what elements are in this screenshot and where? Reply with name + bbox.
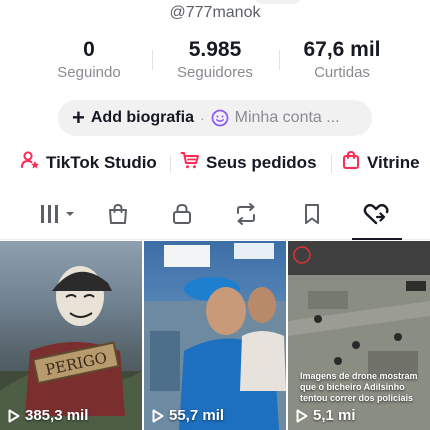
play-icon xyxy=(152,409,164,422)
bookmark-icon xyxy=(301,202,323,231)
tiktok-studio-link[interactable]: TikTok Studio xyxy=(20,150,157,175)
stat-likes-label: Curtidas xyxy=(314,64,370,81)
tab-favorites[interactable] xyxy=(294,200,330,232)
video-thumbnail[interactable]: 55,7 mil xyxy=(144,241,286,430)
link-divider xyxy=(170,155,171,173)
lock-icon xyxy=(170,202,194,231)
bio-pill[interactable]: + Add biografia · Minha conta ... xyxy=(58,100,372,136)
orders-link[interactable]: Seus pedidos xyxy=(180,150,317,175)
video-grid: PERIGO 385,3 mil 55,7 mil Imagens de dro… xyxy=(0,241,430,430)
person-star-icon xyxy=(20,150,46,175)
stat-following-label: Seguindo xyxy=(57,64,121,81)
shop-bag-icon xyxy=(106,202,130,231)
tab-liked[interactable] xyxy=(358,200,396,232)
showcase-label: Vitrine xyxy=(367,152,420,172)
cart-icon xyxy=(180,150,206,175)
my-account-link[interactable]: Minha conta ... xyxy=(235,109,340,127)
add-bio-button[interactable]: Add biografia xyxy=(91,109,194,127)
view-count-value: 55,7 mil xyxy=(169,407,225,424)
bio-separator: · xyxy=(199,110,205,126)
stat-followers-value: 5.985 xyxy=(188,38,242,61)
masked-figure-image: PERIGO xyxy=(0,266,142,430)
orders-label: Seus pedidos xyxy=(206,152,317,172)
crowd-image xyxy=(144,243,286,430)
tiktok-studio-label: TikTok Studio xyxy=(46,152,157,172)
stat-likes[interactable]: 67,6 mil Curtidas xyxy=(277,38,407,81)
active-tab-indicator xyxy=(352,238,402,240)
stat-following-value: 0 xyxy=(83,38,95,61)
view-count: 55,7 mil xyxy=(152,407,224,424)
quick-links: TikTok Studio Seus pedidos Vitrine xyxy=(0,150,430,178)
play-icon xyxy=(296,409,308,422)
view-count-value: 385,3 mil xyxy=(25,407,89,424)
link-divider xyxy=(331,155,332,173)
play-icon xyxy=(8,409,20,422)
video-thumbnail[interactable]: PERIGO 385,3 mil xyxy=(0,241,142,430)
view-count-value: 5,1 mi xyxy=(313,407,356,424)
tab-reposts[interactable] xyxy=(228,200,264,232)
shopping-bag-icon xyxy=(341,150,367,175)
profile-tabs xyxy=(0,198,430,240)
stat-followers-label: Seguidores xyxy=(177,64,253,81)
plus-icon: + xyxy=(72,105,85,130)
tab-shop[interactable] xyxy=(100,200,136,232)
tab-private[interactable] xyxy=(164,200,200,232)
video-thumbnail[interactable]: Imagens de drone mostram que o bicheiro … xyxy=(288,241,430,430)
liked-heart-icon xyxy=(363,202,391,231)
repost-icon xyxy=(233,202,259,231)
view-count: 5,1 mi xyxy=(296,407,356,424)
video-caption: Imagens de drone mostram que o bicheiro … xyxy=(300,371,418,403)
stats-row: 0 Seguindo 5.985 Seguidores 67,6 mil Cur… xyxy=(0,38,430,88)
showcase-link[interactable]: Vitrine xyxy=(341,150,420,175)
stat-likes-value: 67,6 mil xyxy=(303,38,381,61)
tab-videos[interactable] xyxy=(36,200,80,232)
smile-icon xyxy=(211,109,229,127)
stat-following[interactable]: 0 Seguindo xyxy=(24,38,154,81)
stat-followers[interactable]: 5.985 Seguidores xyxy=(150,38,280,81)
username: @777manok xyxy=(169,4,261,21)
grid-videos-icon xyxy=(39,203,77,230)
view-count: 385,3 mil xyxy=(8,407,88,424)
